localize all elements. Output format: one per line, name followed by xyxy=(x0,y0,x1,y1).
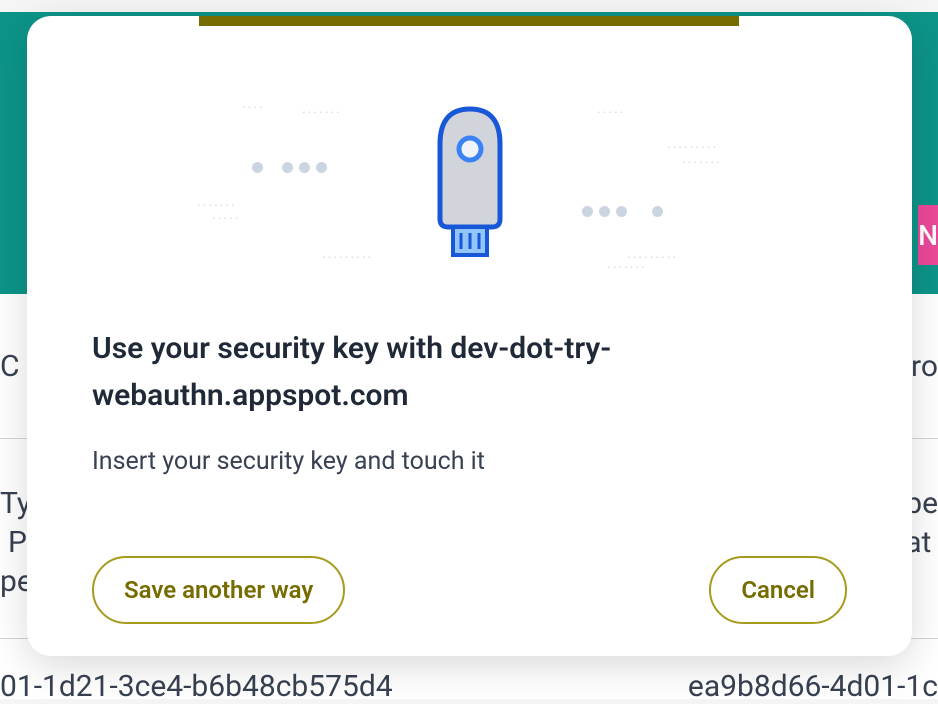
dots-decoration: ......... xyxy=(322,246,373,262)
dialog-button-row: Save another way Cancel xyxy=(92,556,847,624)
security-key-dialog: .... ....... ..... ......... ....... ...… xyxy=(27,16,912,656)
dialog-top-accent xyxy=(199,16,739,26)
dots-decoration xyxy=(652,206,663,217)
dialog-instruction: Insert your security key and touch it xyxy=(92,447,847,476)
dots-decoration: ....... xyxy=(682,151,722,167)
save-another-way-button[interactable]: Save another way xyxy=(92,556,345,624)
dots-decoration xyxy=(282,162,327,173)
cancel-button[interactable]: Cancel xyxy=(709,556,847,624)
dots-decoration: ..... xyxy=(597,101,625,117)
badge-letter: N xyxy=(918,219,938,252)
dialog-title: Use your security key with dev-dot-try-w… xyxy=(92,326,847,419)
dots-decoration: .... xyxy=(242,96,265,112)
dots-decoration: ......... xyxy=(627,246,678,262)
dialog-content: Use your security key with dev-dot-try-w… xyxy=(92,326,847,476)
illustration-area: .... ....... ..... ......... ....... ...… xyxy=(27,76,912,296)
bg-row3-left: 01-1d21-3ce4-b6b48cb575d4 xyxy=(0,669,393,704)
dots-decoration xyxy=(582,206,627,217)
dots-decoration: ..... xyxy=(212,207,240,223)
security-key-icon xyxy=(420,99,520,273)
dots-decoration: ......... xyxy=(667,136,718,152)
bg-row1-right: ro xyxy=(911,349,938,384)
bg-row3-right: ea9b8d66-4d01-1c xyxy=(688,669,938,704)
dots-decoration xyxy=(252,162,263,173)
bg-row1-left: C xyxy=(0,349,20,384)
pink-badge: N xyxy=(918,205,938,265)
dots-decoration: ....... xyxy=(302,101,342,117)
